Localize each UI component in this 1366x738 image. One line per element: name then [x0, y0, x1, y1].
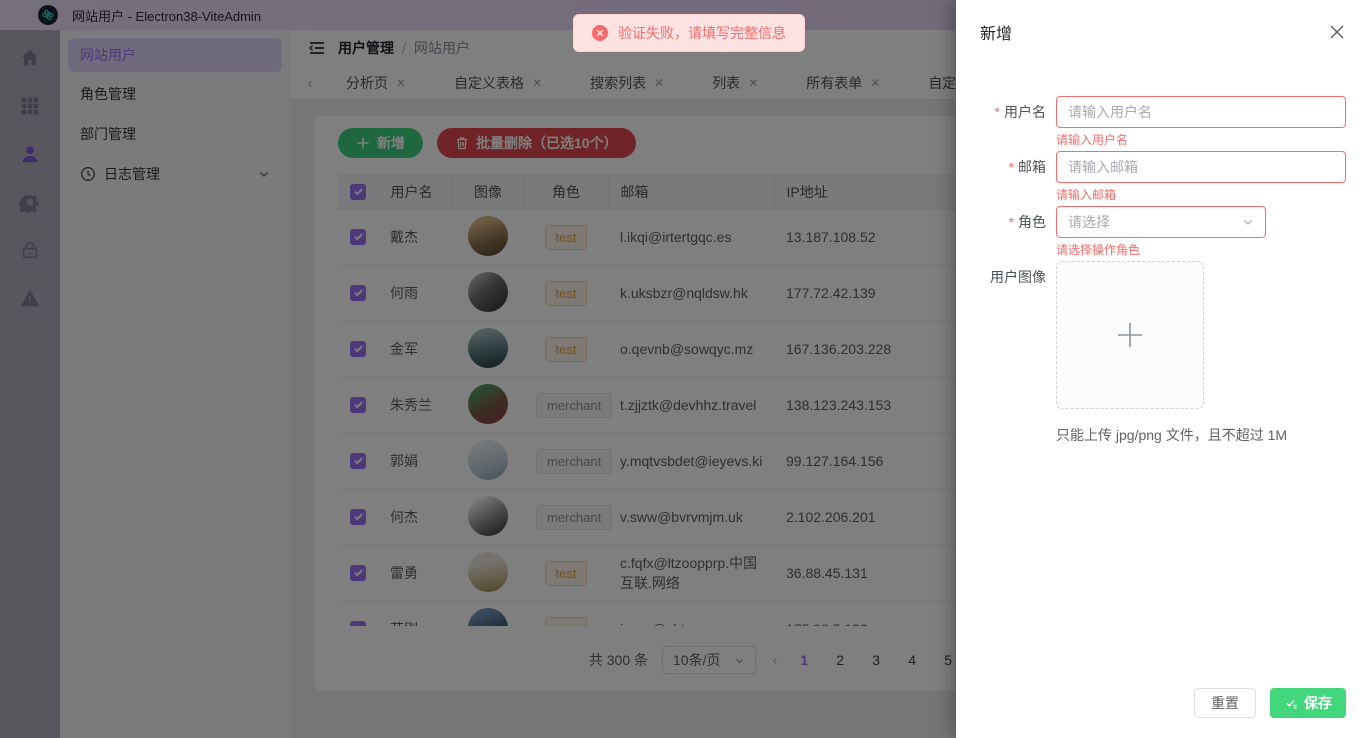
drawer-title: 新增: [980, 20, 1012, 44]
username-field[interactable]: [1056, 96, 1346, 128]
role-select-placeholder: 请选择: [1068, 212, 1110, 232]
upload-hint: 只能上传 jpg/png 文件，且不超过 1M: [1056, 425, 1346, 445]
save-button[interactable]: 保存: [1270, 688, 1346, 718]
role-label: 角色: [956, 206, 1056, 259]
error-circle-icon: [592, 25, 608, 41]
email-error: 请输入邮箱: [1056, 183, 1346, 204]
email-label: 邮箱: [956, 151, 1056, 204]
plus-icon: [1115, 320, 1145, 350]
reset-button[interactable]: 重置: [1194, 688, 1256, 718]
username-input[interactable]: [1068, 104, 1334, 120]
close-icon[interactable]: [1328, 23, 1346, 41]
email-input[interactable]: [1068, 159, 1334, 175]
user-image-label: 用户图像: [956, 261, 1056, 409]
error-toast: 验证失败，请填写完整信息: [573, 14, 805, 52]
toast-message: 验证失败，请填写完整信息: [618, 23, 786, 43]
role-select[interactable]: 请选择: [1056, 206, 1266, 238]
check-list-icon: [1284, 696, 1298, 710]
modal-mask[interactable]: [0, 0, 956, 738]
username-error: 请输入用户名: [1056, 128, 1346, 149]
chevron-down-icon: [1242, 216, 1254, 228]
username-label: 用户名: [956, 96, 1056, 149]
image-upload-dropzone[interactable]: [1056, 261, 1204, 409]
email-field[interactable]: [1056, 151, 1346, 183]
add-user-drawer: 新增 用户名 请输入用户名 邮箱 请输入邮箱: [956, 0, 1366, 738]
save-button-label: 保存: [1304, 693, 1332, 713]
role-error: 请选择操作角色: [1056, 238, 1346, 259]
